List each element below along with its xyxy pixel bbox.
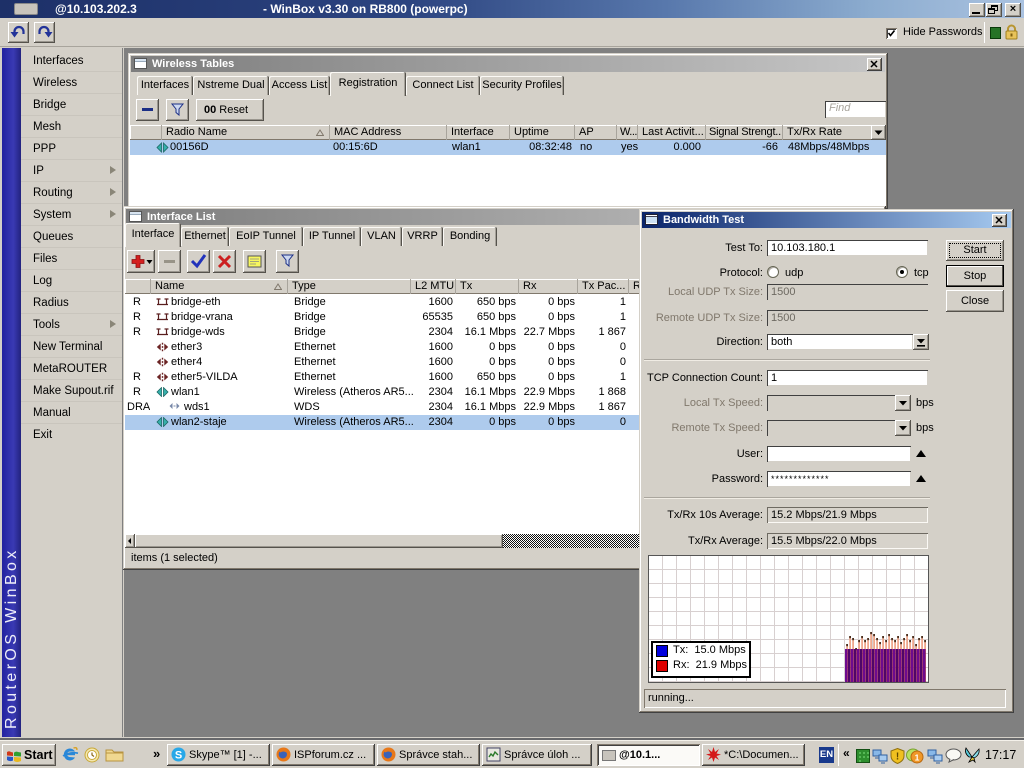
svg-text:S: S: [175, 750, 182, 762]
svg-text:!: !: [896, 752, 899, 763]
svg-text:1: 1: [915, 753, 920, 763]
